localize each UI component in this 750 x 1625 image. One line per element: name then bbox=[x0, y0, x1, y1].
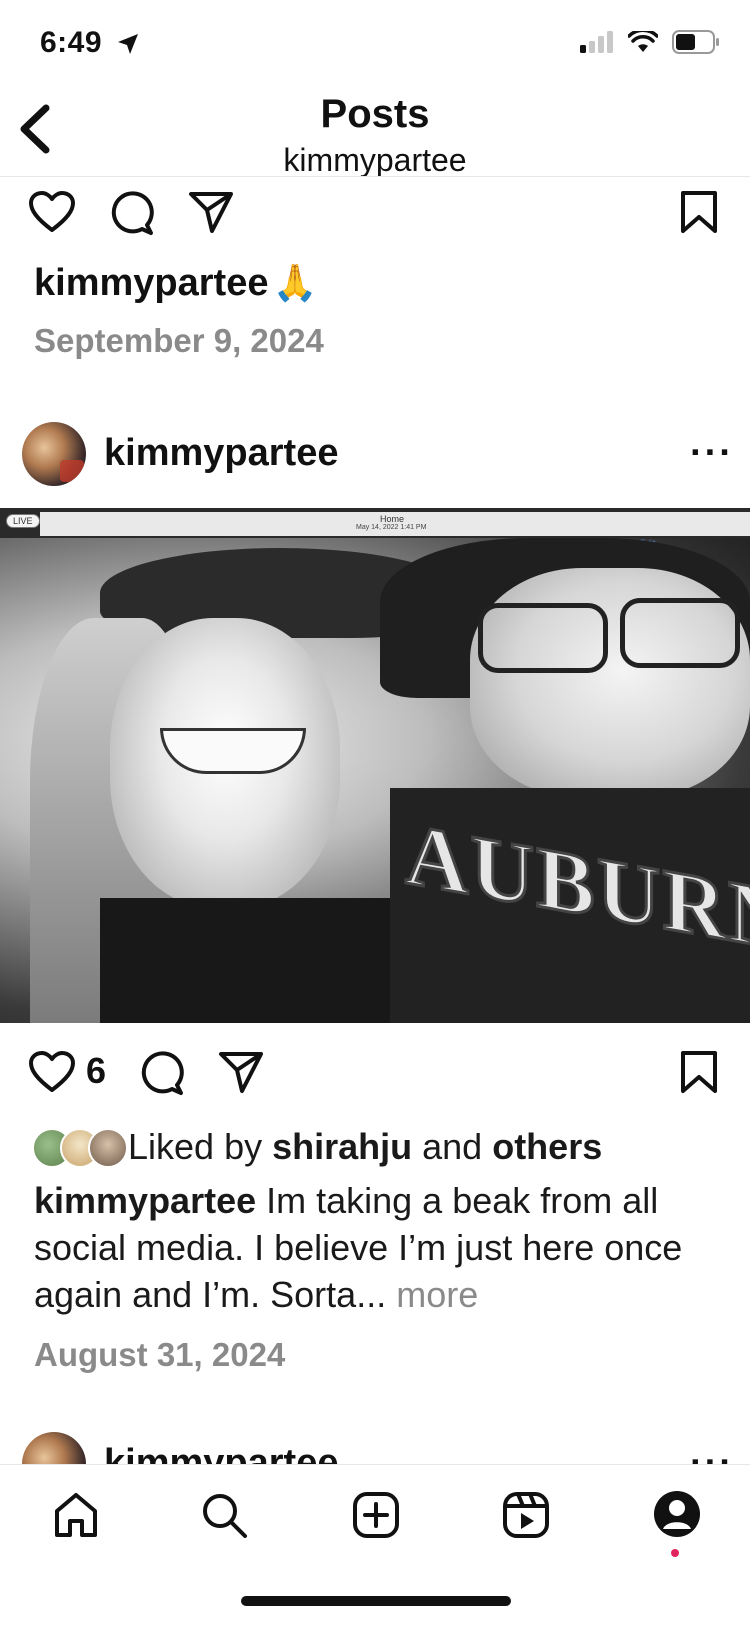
save-bookmark-icon[interactable] bbox=[680, 190, 718, 234]
photo-overlay-title: Home bbox=[380, 514, 405, 524]
live-badge: LIVE bbox=[6, 514, 40, 528]
signal-icon bbox=[580, 31, 613, 53]
post2-photo[interactable]: LIVE Home May 14, 2022 1:41 PM Edit AUBU… bbox=[0, 508, 750, 1023]
post1-caption: kimmypartee 🙏 bbox=[34, 262, 318, 305]
like-heart-icon[interactable] bbox=[28, 1050, 76, 1094]
page-subtitle: kimmypartee bbox=[283, 142, 467, 177]
post2-date: August 31, 2024 bbox=[34, 1336, 286, 1373]
battery-icon bbox=[672, 30, 719, 54]
reels-icon[interactable] bbox=[502, 1491, 550, 1539]
liker-avatar bbox=[88, 1128, 128, 1168]
post1-date: September 9, 2024 bbox=[34, 322, 324, 359]
post2-avatar[interactable] bbox=[22, 422, 86, 486]
post2-caption: kimmypartee Im taking a beak from all so… bbox=[34, 1177, 724, 1318]
notification-dot bbox=[671, 1549, 679, 1557]
search-icon[interactable] bbox=[200, 1491, 248, 1539]
share-send-icon[interactable] bbox=[218, 1050, 264, 1094]
liked-by-others[interactable]: others bbox=[492, 1126, 602, 1167]
post2-username[interactable]: kimmypartee bbox=[104, 432, 338, 475]
glasses-left bbox=[478, 603, 608, 673]
liked-by-user[interactable]: shirahju bbox=[272, 1126, 412, 1167]
liked-by-avatars[interactable] bbox=[32, 1128, 128, 1168]
home-icon[interactable] bbox=[52, 1491, 100, 1539]
comment-icon[interactable] bbox=[138, 1050, 184, 1096]
home-indicator bbox=[241, 1596, 511, 1606]
like-count[interactable]: 6 bbox=[86, 1050, 106, 1092]
profile-icon[interactable] bbox=[652, 1489, 702, 1539]
caption-more-link[interactable]: more bbox=[396, 1274, 478, 1315]
woman-shirt bbox=[100, 898, 400, 1023]
liked-by-text: Liked by shirahju and others bbox=[128, 1123, 602, 1170]
liked-by-and: and bbox=[412, 1126, 493, 1167]
nav-header: Posts kimmypartee bbox=[0, 80, 750, 177]
save-bookmark-icon[interactable] bbox=[680, 1050, 718, 1094]
location-arrow-icon bbox=[118, 34, 138, 54]
liked-by-prefix: Liked by bbox=[128, 1126, 273, 1167]
photo-overlay-date: May 14, 2022 1:41 PM bbox=[356, 524, 427, 531]
prayer-hands-emoji: 🙏 bbox=[272, 262, 318, 303]
caption-username[interactable]: kimmypartee bbox=[34, 1180, 256, 1221]
status-indicators bbox=[580, 30, 720, 54]
create-post-icon[interactable] bbox=[352, 1491, 400, 1539]
more-options-icon[interactable]: ··· bbox=[690, 432, 734, 475]
page-title: Posts bbox=[320, 92, 430, 136]
glasses-right bbox=[620, 598, 740, 668]
comment-icon[interactable] bbox=[108, 190, 154, 236]
wifi-icon bbox=[628, 31, 658, 52]
woman-smile bbox=[160, 728, 306, 774]
share-send-icon[interactable] bbox=[188, 190, 234, 234]
status-time: 6:49 bbox=[40, 26, 103, 59]
like-heart-icon[interactable] bbox=[28, 190, 76, 234]
caption-username[interactable]: kimmypartee bbox=[34, 262, 268, 304]
